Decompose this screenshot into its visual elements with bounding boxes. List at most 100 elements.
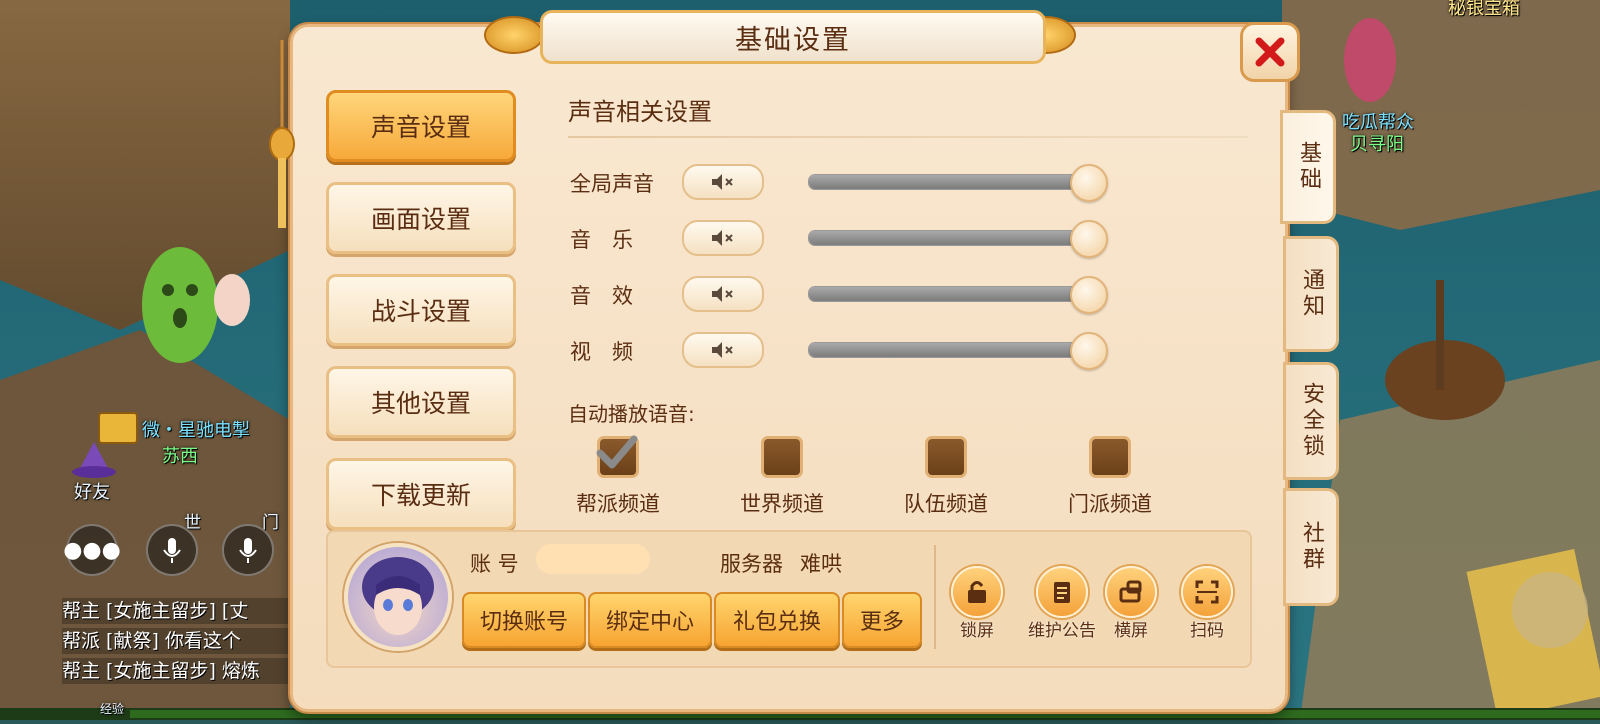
checkbox-team[interactable]	[925, 436, 967, 478]
tab-community[interactable]: 社群	[1283, 488, 1339, 606]
volume-slider-video[interactable]	[808, 342, 1092, 358]
dialog-title-text: 基础设置	[735, 24, 851, 56]
channel-label: 门派频道	[1068, 492, 1152, 516]
volume-slider-knob[interactable]	[1070, 164, 1108, 202]
speaker-mute-icon	[712, 342, 733, 358]
settings-category-menu: 声音设置 画面设置 战斗设置 其他设置 下载更新	[326, 90, 516, 550]
volume-slider-knob[interactable]	[1070, 332, 1108, 370]
button-label: 切换账号	[479, 610, 568, 635]
menu-battle-settings[interactable]: 战斗设置	[326, 274, 516, 346]
scan-qr-icon	[1181, 566, 1233, 618]
volume-slider-fill	[809, 287, 1091, 301]
button-label: 礼包兑换	[732, 610, 821, 635]
volume-slider-knob[interactable]	[1070, 220, 1108, 258]
notice-board-icon	[1036, 566, 1088, 618]
lock-icon	[951, 566, 1003, 618]
auto-voice-label: 自动播放语音:	[568, 402, 695, 426]
server-label: 服务器	[720, 552, 783, 576]
tab-label: 安全锁	[1299, 382, 1324, 460]
tassel-ornament	[269, 40, 295, 228]
checkbox-sect[interactable]	[1089, 436, 1131, 478]
tab-basic[interactable]: 基础	[1280, 110, 1336, 224]
menu-label: 战斗设置	[370, 297, 471, 326]
checkbox-world[interactable]	[761, 436, 803, 478]
speaker-mute-icon	[712, 286, 733, 302]
wizard-hat-icon	[72, 442, 116, 478]
speaker-mute-icon	[712, 174, 733, 190]
microphone-icon	[163, 538, 181, 563]
mute-button-music[interactable]	[682, 220, 764, 256]
mute-button-sfx[interactable]	[682, 276, 764, 312]
menu-other-settings[interactable]: 其他设置	[326, 366, 516, 438]
chat-bubble-icon: ●●●	[63, 537, 121, 563]
checkbox-guild[interactable]	[596, 435, 639, 478]
account-value-redacted	[536, 544, 650, 574]
close-icon	[1255, 37, 1285, 67]
tool-lock-screen[interactable]: 锁屏	[942, 566, 1012, 641]
button-label: 更多	[859, 610, 904, 635]
player-name: 苏西	[162, 446, 198, 467]
tool-label: 维护公告	[1028, 621, 1096, 641]
volume-slider-music[interactable]	[808, 230, 1092, 246]
character-portrait	[362, 557, 434, 635]
avatar[interactable]	[344, 543, 452, 651]
chat-line[interactable]: 帮主 [女施主留步] 熔炼	[62, 658, 302, 684]
row-label-video: 视 频	[570, 340, 633, 364]
menu-label: 画面设置	[370, 205, 471, 234]
voice-sect-label: 门	[262, 513, 279, 533]
player-title: 微・星驰电掣	[142, 420, 250, 441]
tab-security-lock[interactable]: 安全锁	[1283, 362, 1339, 480]
channel-label: 帮派频道	[576, 492, 660, 516]
row-label-music: 音 乐	[570, 228, 633, 252]
speaker-mute-icon	[712, 230, 733, 246]
close-button[interactable]	[1240, 22, 1300, 82]
tool-scan-code[interactable]: 扫码	[1172, 566, 1242, 641]
tool-landscape[interactable]: 横屏	[1096, 566, 1166, 641]
channel-team[interactable]: 队伍频道	[886, 436, 1006, 518]
microphone-icon	[239, 538, 257, 563]
gift-redeem-button[interactable]: 礼包兑换	[714, 592, 840, 648]
friends-label: 好友	[74, 482, 110, 503]
tab-label: 基础	[1296, 141, 1321, 193]
volume-slider-master[interactable]	[808, 174, 1092, 190]
switch-account-button[interactable]: 切换账号	[462, 592, 586, 648]
volume-slider-fill	[809, 231, 1091, 245]
button-label: 绑定中心	[605, 610, 694, 635]
volume-slider-knob[interactable]	[1070, 276, 1108, 314]
tool-label: 横屏	[1114, 621, 1148, 641]
mute-button-video[interactable]	[682, 332, 764, 368]
tool-label: 锁屏	[960, 621, 994, 641]
chat-line[interactable]: 帮派 [献祭] 你看这个	[62, 628, 302, 654]
menu-display-settings[interactable]: 画面设置	[326, 182, 516, 254]
more-button[interactable]: 更多	[842, 592, 922, 648]
volume-slider-fill	[809, 175, 1091, 189]
checkmark-icon	[596, 435, 638, 469]
tab-label: 社群	[1299, 521, 1324, 573]
channel-sect[interactable]: 门派频道	[1050, 436, 1170, 518]
mute-button-master[interactable]	[682, 164, 764, 200]
account-divider	[934, 545, 936, 649]
tool-label: 扫码	[1190, 621, 1224, 641]
account-label: 账 号	[470, 552, 519, 576]
chat-line[interactable]: 帮主 [女施主留步] [丈	[62, 598, 302, 624]
tab-notifications[interactable]: 通知	[1283, 236, 1339, 352]
tool-maintenance-notice[interactable]: 维护公告	[1020, 566, 1104, 641]
channel-world[interactable]: 世界频道	[722, 436, 842, 518]
menu-download-update[interactable]: 下载更新	[326, 458, 516, 530]
rotate-screen-icon	[1105, 566, 1157, 618]
binding-center-button[interactable]: 绑定中心	[588, 592, 712, 648]
section-divider	[568, 136, 1248, 138]
chat-button[interactable]: ●●●	[63, 524, 121, 576]
npc-title: 秘银宝箱	[1448, 0, 1520, 19]
npc-name: 贝寻阳	[1350, 134, 1404, 155]
volume-slider-sfx[interactable]	[808, 286, 1092, 302]
friends-button[interactable]	[70, 440, 118, 480]
menu-sound-settings[interactable]: 声音设置	[326, 90, 516, 162]
exp-label: 经验	[100, 702, 125, 716]
channel-guild[interactable]: 帮派频道	[558, 435, 678, 518]
voice-world-label: 世	[184, 513, 201, 533]
menu-label: 声音设置	[370, 113, 471, 142]
channel-label: 世界频道	[740, 492, 824, 516]
server-value: 难哄	[800, 552, 842, 576]
row-label-master: 全局声音	[570, 172, 654, 196]
